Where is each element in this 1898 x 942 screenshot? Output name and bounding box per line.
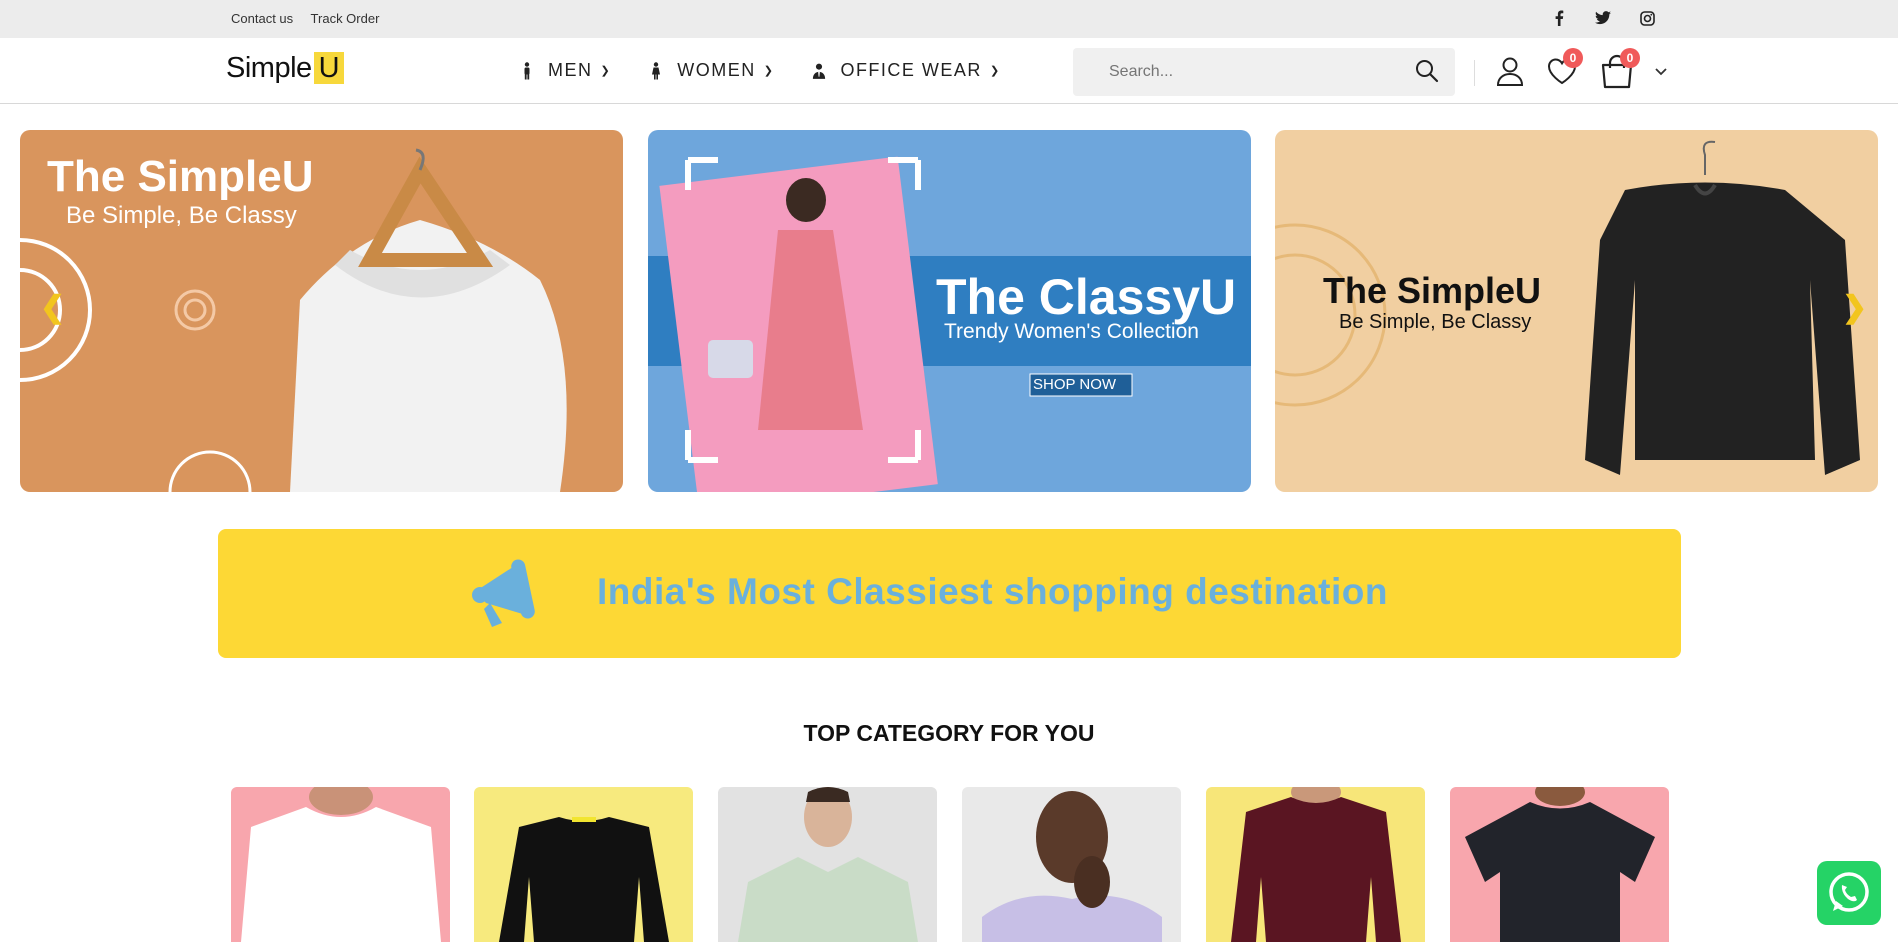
main-menu: MEN ❯ WOMEN ❯ OFFICE WEAR ❯	[520, 60, 1039, 81]
banner-subtitle: Trendy Women's Collection	[944, 320, 1199, 343]
lavender-sweatshirt-image	[982, 791, 1162, 942]
twitter-icon[interactable]	[1594, 9, 1612, 27]
category-card[interactable]	[231, 787, 450, 942]
menu-item-women[interactable]: WOMEN ❯	[649, 60, 774, 81]
banner-subtitle: Be Simple, Be Classy	[66, 202, 297, 229]
track-order-link[interactable]: Track Order	[311, 11, 380, 26]
promo-text: India's Most Classiest shopping destinat…	[597, 571, 1388, 612]
contact-us-link[interactable]: Contact us	[231, 11, 293, 26]
whatsapp-chat-button[interactable]	[1817, 861, 1881, 925]
logo-highlight: U	[313, 52, 345, 84]
category-card[interactable]	[962, 787, 1181, 942]
banner-subtitle: Be Simple, Be Classy	[1339, 311, 1532, 333]
banner-title: The SimpleU	[47, 152, 314, 201]
header-divider	[1474, 60, 1475, 86]
logo-text: Simple	[226, 52, 312, 84]
chevron-down-icon: ❯	[600, 65, 612, 77]
cart-button[interactable]: 0	[1598, 48, 1640, 89]
carousel-next-icon[interactable]: ❯	[1842, 290, 1867, 325]
banner-title: The SimpleU	[1323, 270, 1542, 311]
top-links: Contact us Track Order	[231, 11, 393, 26]
user-icon	[1496, 57, 1524, 86]
menu-item-office-wear[interactable]: OFFICE WEAR ❯	[812, 60, 1000, 81]
polo-shirt-image	[738, 787, 918, 942]
facebook-icon[interactable]	[1550, 9, 1568, 27]
menu-item-men[interactable]: MEN ❯	[520, 60, 611, 81]
promo-banner: India's Most Classiest shopping destinat…	[218, 529, 1681, 658]
maroon-henley-image	[1231, 787, 1401, 942]
wishlist-button[interactable]: 0	[1545, 48, 1583, 88]
category-card[interactable]	[1450, 787, 1669, 942]
black-sweatshirt-image	[499, 817, 669, 942]
megaphone-icon	[472, 559, 535, 627]
main-header: SimpleU MEN ❯ WOMEN ❯ OFFICE WEAR ❯ 0 0	[0, 38, 1898, 104]
category-card[interactable]	[1206, 787, 1425, 942]
office-person-icon	[813, 63, 826, 79]
woman-icon	[652, 61, 661, 79]
account-button[interactable]	[1493, 54, 1527, 88]
dark-oversized-tee-image	[1465, 787, 1655, 942]
cart-count-badge: 0	[1620, 48, 1640, 68]
menu-label: OFFICE WEAR	[840, 60, 982, 80]
shop-now-button[interactable]: SHOP NOW	[1033, 376, 1116, 393]
menu-label: WOMEN	[677, 60, 756, 80]
whatsapp-icon	[1829, 872, 1869, 912]
banner-slide[interactable]: The SimpleU Be Simple, Be Classy	[20, 130, 623, 492]
white-tshirt-image	[241, 787, 441, 942]
banner-slide[interactable]: The SimpleU Be Simple, Be Classy	[1275, 130, 1878, 492]
instagram-icon[interactable]	[1638, 9, 1656, 27]
site-logo[interactable]: Simple U	[226, 52, 345, 85]
man-icon	[524, 61, 530, 79]
search-input[interactable]	[1073, 48, 1455, 96]
social-links	[1550, 9, 1656, 27]
banner-title: The ClassyU	[936, 269, 1237, 325]
category-card[interactable]	[474, 787, 693, 942]
section-title: TOP CATEGORY FOR YOU	[803, 720, 1095, 746]
menu-label: MEN	[548, 60, 593, 80]
wishlist-count-badge: 0	[1563, 48, 1583, 68]
cart-chevron-down-icon[interactable]	[1654, 66, 1668, 80]
top-bar: Contact us Track Order	[0, 0, 1898, 38]
chevron-down-icon: ❯	[989, 65, 1001, 77]
search-icon[interactable]	[1414, 58, 1440, 84]
chevron-down-icon: ❯	[763, 65, 775, 77]
banner-slide[interactable]: The ClassyU Trendy Women's Collection SH…	[648, 130, 1251, 492]
carousel-prev-icon[interactable]: ❮	[40, 290, 65, 325]
category-card[interactable]	[718, 787, 937, 942]
hero-carousel: The SimpleU Be Simple, Be Classy The Cla…	[20, 130, 1878, 492]
